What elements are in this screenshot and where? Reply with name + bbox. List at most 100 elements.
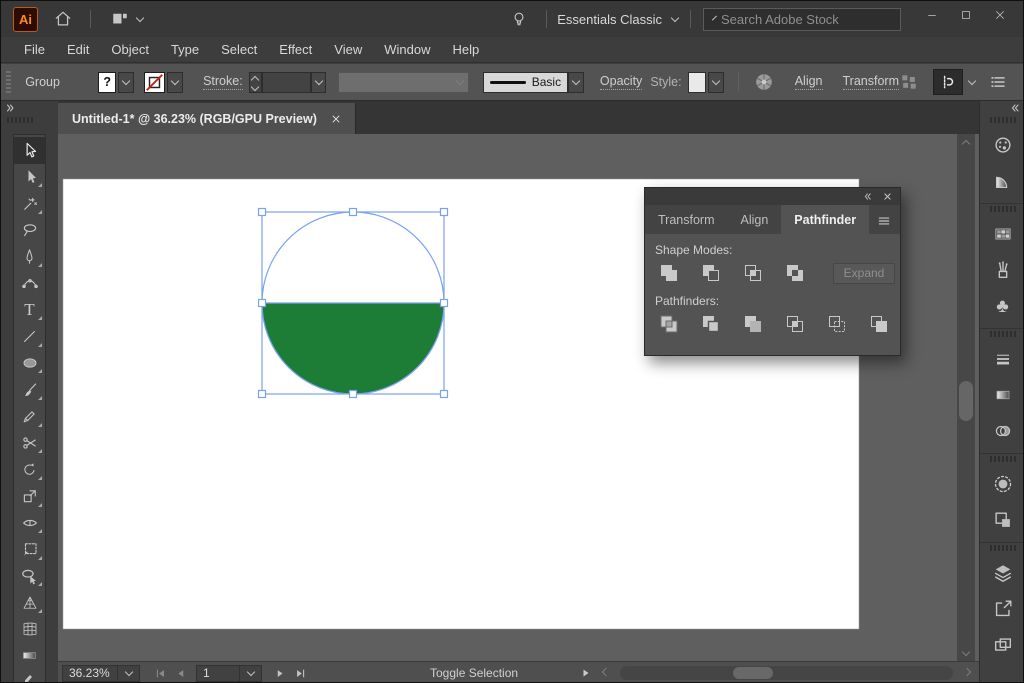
exclude-button[interactable] [783,261,807,285]
scroll-right-icon[interactable] [957,665,977,682]
layers-panel-icon[interactable] [980,555,1024,591]
tab-transform[interactable]: Transform [645,205,728,234]
menu-object[interactable]: Object [100,42,160,57]
stroke-panel-link[interactable]: Stroke: [203,74,243,90]
menu-edit[interactable]: Edit [56,42,100,57]
horizontal-scrollbar[interactable] [620,666,953,680]
perspective-grid-tool[interactable] [14,589,45,616]
align-glyphs-icon[interactable] [899,72,919,92]
maximize-button[interactable] [949,1,983,28]
brush-dropdown-chevron[interactable] [568,72,584,93]
panel-close-icon[interactable] [883,192,892,201]
gradient-tool[interactable] [14,643,45,670]
discover-bulb-icon[interactable] [502,5,536,33]
vertical-scroll-thumb[interactable] [959,381,973,421]
export-panel-icon[interactable] [980,591,1024,627]
isolate-selected-object-button[interactable] [933,69,963,95]
horizontal-scroll-thumb[interactable] [733,667,773,679]
home-icon[interactable] [46,5,80,33]
menu-effect[interactable]: Effect [268,42,323,57]
menu-window[interactable]: Window [373,42,441,57]
selection-tool[interactable] [14,137,45,164]
style-dropdown[interactable] [708,72,724,93]
stroke-weight-stepper[interactable] [249,72,262,93]
minus-front-button[interactable] [699,261,723,285]
minus-back-button[interactable] [867,312,891,336]
divide-button[interactable] [657,312,681,336]
pencil-tool[interactable] [14,403,45,430]
tab-align[interactable]: Align [728,205,782,234]
free-transform-tool[interactable] [14,483,45,510]
control-bar-drag-handle[interactable] [6,71,11,93]
transparency-panel-icon[interactable] [980,413,1024,449]
tab-close-icon[interactable] [331,114,341,124]
menu-help[interactable]: Help [441,42,490,57]
chevron-down-icon[interactable] [968,76,976,84]
shape-builder-tool[interactable] [14,563,45,590]
scroll-down-icon[interactable] [957,645,975,661]
panels-expand-button[interactable] [980,101,1024,115]
outline-button[interactable] [825,312,849,336]
status-play-icon[interactable] [576,665,596,682]
zoom-level-value[interactable]: 36.23% [62,665,118,682]
previous-artboard-button[interactable] [170,665,190,682]
ellipse-tool[interactable] [14,350,45,377]
paintbrush-tool[interactable] [14,376,45,403]
opacity-link[interactable]: Opacity [600,74,642,90]
brushes-panel-icon[interactable] [980,252,1024,288]
line-segment-tool[interactable] [14,323,45,350]
brush-definition-dropdown[interactable]: Basic [483,72,568,93]
stroke-panel-icon[interactable] [980,341,1024,377]
intersect-button[interactable] [741,261,765,285]
stroke-weight-dropdown[interactable] [311,72,327,93]
last-artboard-button[interactable] [290,665,310,682]
scissors-tool[interactable] [14,430,45,457]
crop-button[interactable] [783,312,807,336]
fill-color-swatch[interactable]: ? [98,72,116,93]
arrange-documents-button[interactable] [101,5,151,33]
graphic-styles-panel-icon[interactable] [980,502,1024,538]
first-artboard-button[interactable] [150,665,170,682]
panel-menu-icon[interactable] [876,214,892,228]
lasso-tool[interactable] [14,217,45,244]
symbols-panel-icon[interactable]: ♣ [980,288,1024,324]
artboards-panel-icon[interactable] [980,627,1024,663]
panel-collapse-icon[interactable] [863,192,873,201]
close-button[interactable] [983,1,1017,28]
direct-selection-tool[interactable] [14,164,45,191]
artboard-number-dropdown[interactable] [240,665,262,682]
transform-link[interactable]: Transform [843,74,900,90]
unite-button[interactable] [657,261,681,285]
stroke-weight-value[interactable] [262,72,311,93]
style-swatch[interactable] [688,72,706,93]
color-guide-panel-icon[interactable] [980,163,1024,199]
pen-tool[interactable] [14,243,45,270]
status-text[interactable]: Toggle Selection [430,666,518,680]
appearance-panel-icon[interactable] [980,466,1024,502]
search-input[interactable] [721,12,897,27]
type-tool[interactable]: T [14,297,45,324]
document-tab[interactable]: Untitled-1* @ 36.23% (RGB/GPU Preview) [58,103,356,134]
workspace-switcher[interactable]: Essentials Classic [557,12,678,27]
color-panel-icon[interactable] [980,127,1024,163]
swatches-panel-icon[interactable] [980,216,1024,252]
zoom-level-dropdown[interactable] [118,665,140,682]
recolor-artwork-icon[interactable] [753,71,775,93]
menu-select[interactable]: Select [210,42,268,57]
control-bar-menu-icon[interactable] [989,73,1007,91]
stroke-color-swatch[interactable] [144,72,165,93]
menu-file[interactable]: File [13,42,56,57]
mesh-tool[interactable] [14,616,45,643]
eyedropper-tool[interactable] [14,669,45,683]
width-tool[interactable] [14,510,45,537]
artboard-tool[interactable] [14,536,45,563]
menu-type[interactable]: Type [160,42,210,57]
curvature-tool[interactable] [14,270,45,297]
stroke-color-dropdown[interactable] [167,72,183,93]
merge-button[interactable] [741,312,765,336]
next-artboard-button[interactable] [270,665,290,682]
scroll-up-icon[interactable] [957,134,975,150]
adobe-stock-search[interactable] [703,8,901,31]
fill-color-dropdown[interactable] [118,72,134,93]
trim-button[interactable] [699,312,723,336]
